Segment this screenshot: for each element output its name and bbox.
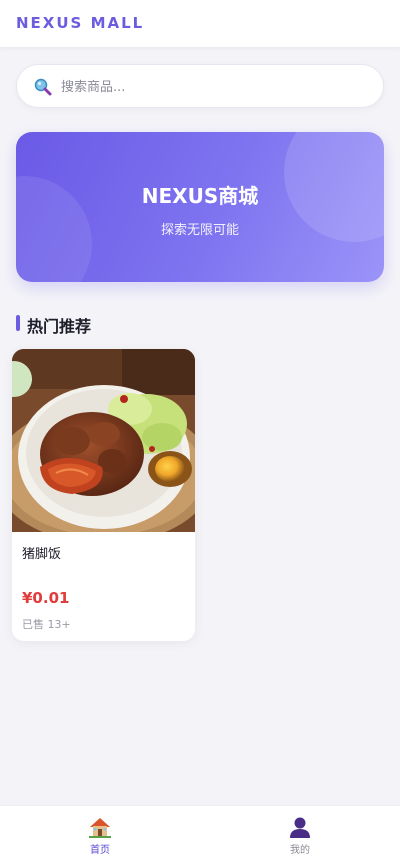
brand-logo-text[interactable]: NEXUS MALL (16, 14, 144, 32)
tab-mine-label: 我的 (290, 845, 310, 856)
product-price: ¥0.01 (22, 589, 70, 607)
bottom-tab-bar: 首页 我的 (0, 805, 400, 861)
tab-mine[interactable]: 我的 (200, 806, 400, 861)
user-icon (288, 815, 312, 839)
product-card[interactable]: 猪脚饭 ¥0.01 已售 13+ (12, 349, 195, 641)
product-image[interactable] (12, 349, 195, 544)
banner-title: NEXUS商城 (141, 184, 259, 208)
tab-home-label: 首页 (90, 845, 110, 856)
search-input[interactable] (61, 75, 361, 99)
tab-home[interactable]: 首页 (0, 806, 200, 861)
promo-banner[interactable]: NEXUS商城 探索无限可能 (16, 132, 384, 282)
section-title-accent-bar (16, 315, 20, 331)
product-sold-count: 已售 13+ (22, 618, 71, 631)
banner-subtitle: 探索无限可能 (160, 223, 239, 238)
home-icon (88, 815, 112, 839)
search-bar[interactable] (16, 64, 384, 108)
search-icon (33, 77, 53, 97)
section-title: 热门推荐 (27, 317, 92, 336)
product-name[interactable]: 猪脚饭 (22, 543, 61, 562)
app-header: NEXUS MALL (0, 0, 400, 48)
